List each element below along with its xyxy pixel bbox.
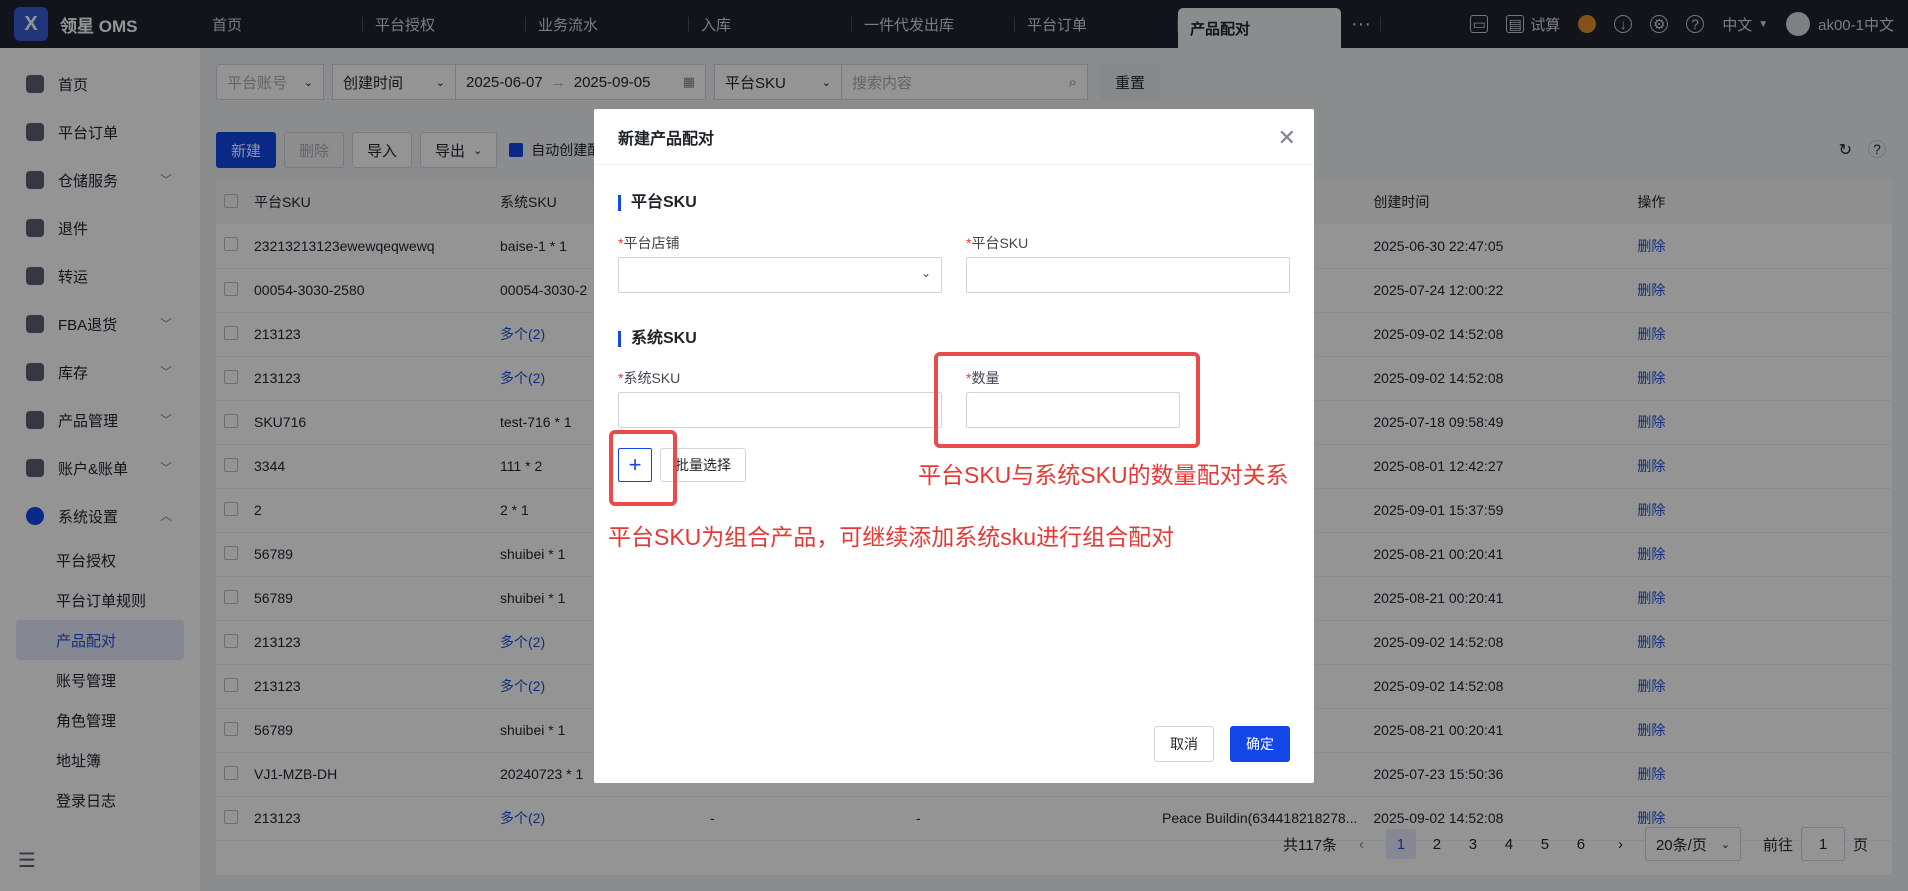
platform-sku-label-text: 平台SKU xyxy=(971,235,1029,251)
cancel-button[interactable]: 取消 xyxy=(1154,726,1214,762)
platform-sku-input[interactable] xyxy=(966,257,1290,293)
shop-field-label: *平台店铺 xyxy=(618,233,679,253)
system-sku-input[interactable] xyxy=(618,392,942,428)
app-root: X 领星 OMS 首页 平台授权 业务流水 入库 一件代发出库 平台订单 产品配对 ··· ▭… xyxy=(0,0,1908,891)
section-platform-sku: 平台SKU xyxy=(618,195,697,211)
chevron-down-icon: ⌄ xyxy=(920,266,931,280)
section-system-sku: 系统SKU xyxy=(618,331,697,347)
system-sku-label-text: 系统SKU xyxy=(623,370,681,386)
dialog-header: 新建产品配对 ✕ xyxy=(594,109,1314,165)
add-button-highlight-box xyxy=(609,430,677,506)
shop-label-text: 平台店铺 xyxy=(623,235,680,251)
quantity-highlight-box xyxy=(934,352,1200,448)
close-icon[interactable]: ✕ xyxy=(1278,125,1296,151)
platform-shop-select[interactable]: ⌄ xyxy=(618,257,942,293)
system-sku-field-label: *系统SKU xyxy=(618,368,680,388)
dialog-title: 新建产品配对 xyxy=(618,130,715,148)
confirm-button[interactable]: 确定 xyxy=(1230,726,1290,762)
platform-sku-field-label: *平台SKU xyxy=(966,233,1028,253)
quantity-annotation: 平台SKU与系统SKU的数量配对关系 xyxy=(918,462,1289,488)
combo-annotation: 平台SKU为组合产品，可继续添加系统sku进行组合配对 xyxy=(608,524,1175,550)
